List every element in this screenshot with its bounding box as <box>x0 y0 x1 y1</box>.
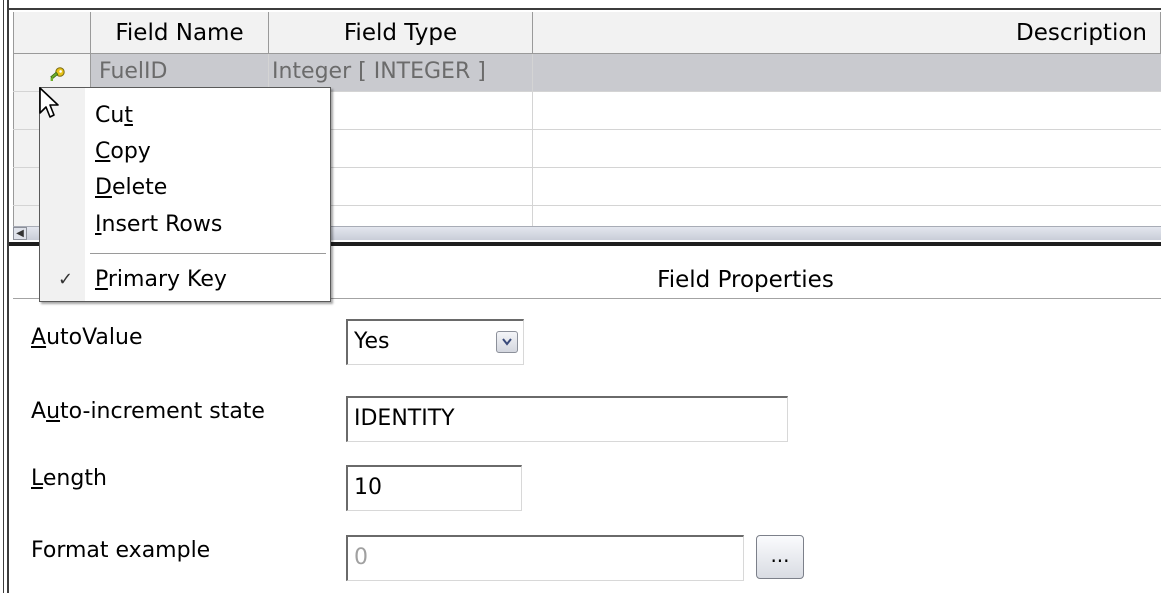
format-example-label: Format example <box>31 538 211 563</box>
key-icon <box>50 67 65 81</box>
column-header-field-type[interactable]: Field Type <box>269 12 533 54</box>
description-cell[interactable] <box>533 168 1161 205</box>
length-input[interactable]: 10 <box>346 465 522 511</box>
autovalue-label: AutoValue <box>31 325 143 350</box>
window-frame-edge <box>0 0 9 593</box>
field-type-cell[interactable]: Integer [ INTEGER ] <box>269 54 533 91</box>
length-label: Length <box>31 466 107 491</box>
description-cell[interactable] <box>533 54 1161 91</box>
field-name-cell[interactable]: FuelID <box>91 54 269 91</box>
arrow-left-icon[interactable]: ◀ <box>13 227 27 240</box>
menu-item-primary-key[interactable]: Primary Key <box>95 263 227 297</box>
description-cell[interactable] <box>533 130 1161 167</box>
menu-item-copy[interactable]: Copy <box>95 135 151 169</box>
top-border <box>9 8 1161 10</box>
auto-increment-label: Auto-increment state <box>31 399 265 424</box>
field-properties-title: Field Properties <box>657 267 834 293</box>
autovalue-value: Yes <box>354 329 390 354</box>
column-header-description[interactable]: Description <box>533 12 1161 54</box>
menu-item-delete[interactable]: Delete <box>95 171 167 205</box>
column-header-field-name[interactable]: Field Name <box>91 12 269 54</box>
menu-item-insert-rows[interactable]: Insert Rows <box>95 208 222 242</box>
grid-corner-header[interactable] <box>13 12 91 54</box>
auto-increment-input[interactable]: IDENTITY <box>346 396 788 442</box>
description-cell[interactable] <box>533 92 1161 129</box>
chevron-down-icon[interactable] <box>496 331 518 353</box>
table-design-window: Field Name Field Type Description FuelID… <box>0 0 1161 593</box>
mouse-pointer-icon <box>39 87 59 118</box>
format-example-input[interactable]: 0 <box>346 535 744 581</box>
menu-item-cut[interactable]: Cut <box>95 99 133 133</box>
menu-separator <box>90 253 326 254</box>
checkmark-icon: ✓ <box>58 269 74 290</box>
context-menu: Cut Copy Delete Insert Rows ✓ Primary Ke… <box>39 87 331 302</box>
autovalue-select[interactable]: Yes <box>346 319 524 365</box>
format-button[interactable]: ... <box>756 535 804 579</box>
